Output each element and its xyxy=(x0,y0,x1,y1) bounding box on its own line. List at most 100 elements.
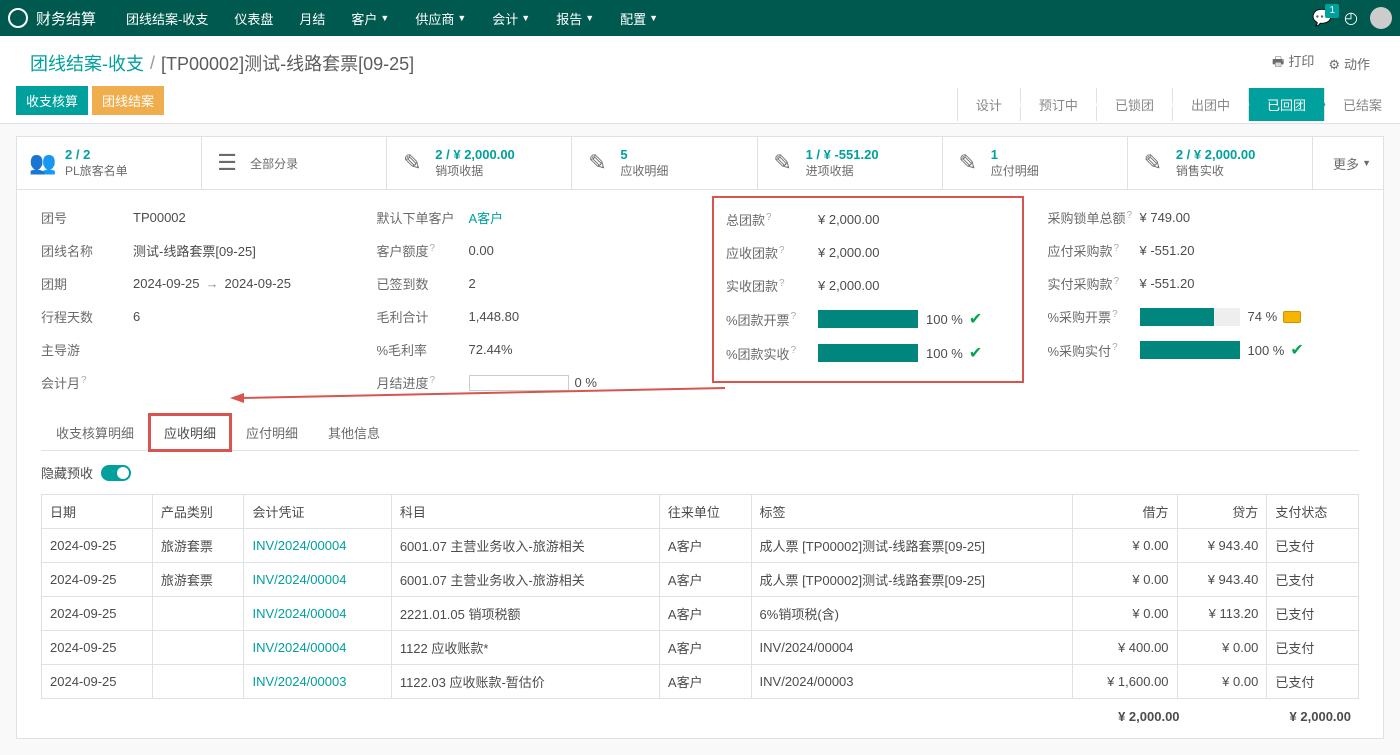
voucher-link[interactable]: INV/2024/00004 xyxy=(252,572,346,587)
col3-row-2: 实收团款?¥ 2,000.00 xyxy=(726,276,1010,295)
tab-0[interactable]: 收支核算明细 xyxy=(41,414,149,450)
col1-row-1: 团线名称测试-线路套票[09-25] xyxy=(41,241,353,260)
menu-item-4[interactable]: 供应商▼ xyxy=(403,0,478,36)
tab-2[interactable]: 应付明细 xyxy=(231,414,313,450)
col-header-8[interactable]: 支付状态 xyxy=(1267,495,1359,529)
edit-icon: ✎ xyxy=(1140,150,1166,176)
clock-icon[interactable]: ◴ xyxy=(1344,8,1358,28)
stat-3[interactable]: ✎5应收明细 xyxy=(572,137,757,189)
close-case-button[interactable]: 团线结案 xyxy=(92,86,164,115)
menu-item-2[interactable]: 月结 xyxy=(287,0,337,36)
table-row[interactable]: 2024-09-25旅游套票INV/2024/000046001.07 主营业务… xyxy=(42,563,1359,597)
col2-row-1: 客户额度?0.00 xyxy=(377,241,689,260)
stat-2[interactable]: ✎2 / ¥ 2,000.00销项收据 xyxy=(387,137,572,189)
voucher-link[interactable]: INV/2024/00003 xyxy=(252,674,346,689)
form-col-2: 默认下单客户A客户客户额度?0.00已签到数2毛利合计1,448.80%毛利率7… xyxy=(377,208,689,406)
menu-item-7[interactable]: 配置▼ xyxy=(608,0,670,36)
stage-5[interactable]: 已结案 xyxy=(1324,88,1400,121)
receivables-table-wrap: 日期产品类别会计凭证科目往来单位标签借方贷方支付状态 2024-09-25旅游套… xyxy=(16,494,1384,739)
stat-more[interactable]: 更多▼ xyxy=(1313,137,1383,189)
recalc-button[interactable]: 收支核算 xyxy=(16,86,88,115)
col-header-7[interactable]: 贷方 xyxy=(1177,495,1267,529)
menu-item-5[interactable]: 会计▼ xyxy=(480,0,542,36)
stat-0[interactable]: 👥2 / 2PL旅客名单 xyxy=(17,137,202,189)
menu-item-3[interactable]: 客户▼ xyxy=(339,0,401,36)
form-col-3: 总团款?¥ 2,000.00应收团款?¥ 2,000.00实收团款?¥ 2,00… xyxy=(712,208,1024,406)
progress-bar xyxy=(1140,308,1240,326)
table-row[interactable]: 2024-09-25旅游套票INV/2024/000046001.07 主营业务… xyxy=(42,529,1359,563)
hide-prepay-toggle[interactable] xyxy=(101,465,131,481)
col-header-6[interactable]: 借方 xyxy=(1073,495,1177,529)
menu-item-6[interactable]: 报告▼ xyxy=(544,0,606,36)
voucher-link[interactable]: INV/2024/00004 xyxy=(252,640,346,655)
menu-item-0[interactable]: 团线结案-收支 xyxy=(114,0,220,36)
col2-row-3: 毛利合计1,448.80 xyxy=(377,307,689,326)
table-row[interactable]: 2024-09-25INV/2024/000042221.01.05 销项税额A… xyxy=(42,597,1359,631)
form-col-1: 团号TP00002 团线名称测试-线路套票[09-25] 团期2024-09-25→… xyxy=(41,208,353,406)
col-header-1[interactable]: 产品类别 xyxy=(152,495,244,529)
col3-row-3: %团款开票?100 %✔ xyxy=(726,309,1010,329)
col-header-0[interactable]: 日期 xyxy=(42,495,153,529)
breadcrumb-root[interactable]: 团线结案-收支 xyxy=(30,50,144,76)
menu-item-1[interactable]: 仪表盘 xyxy=(222,0,285,36)
col1-row-3: 行程天数6 xyxy=(41,307,353,326)
table-row[interactable]: 2024-09-25INV/2024/000041122 应收账款*A客户INV… xyxy=(42,631,1359,665)
caret-down-icon: ▼ xyxy=(380,13,389,23)
highlight-box: 总团款?¥ 2,000.00应收团款?¥ 2,000.00实收团款?¥ 2,00… xyxy=(712,196,1024,383)
receivables-table: 日期产品类别会计凭证科目往来单位标签借方贷方支付状态 2024-09-25旅游套… xyxy=(41,494,1359,699)
messages-icon[interactable]: 💬1 xyxy=(1312,8,1332,28)
caret-down-icon: ▼ xyxy=(649,13,658,23)
stat-1[interactable]: ☰全部分录 xyxy=(202,137,387,189)
col2-row-4: %毛利率72.44% xyxy=(377,340,689,359)
print-icon: 🖶 xyxy=(1272,54,1284,69)
check-icon: ✔ xyxy=(969,309,982,329)
progress-bar xyxy=(818,310,918,328)
stage-4[interactable]: 已回团 xyxy=(1248,88,1324,121)
col-header-3[interactable]: 科目 xyxy=(391,495,659,529)
voucher-link[interactable]: INV/2024/00004 xyxy=(252,606,346,621)
stat-5[interactable]: ✎1应付明细 xyxy=(943,137,1128,189)
caret-down-icon: ▼ xyxy=(521,13,530,23)
progress-bar xyxy=(818,344,918,362)
col-header-2[interactable]: 会计凭证 xyxy=(244,495,391,529)
col2-row-5: 月结进度?0 % xyxy=(377,373,689,392)
page-header: 团线结案-收支 / [TP00002]测试-线路套票[09-25] 🖶打印 ⚙动… xyxy=(0,36,1400,86)
col2-row-0: 默认下单客户A客户 xyxy=(377,208,689,227)
breadcrumb-sep: / xyxy=(150,53,155,74)
total-debit: ¥ 2,000.00 xyxy=(1118,709,1179,724)
col1-row-5: 会计月? xyxy=(41,373,353,392)
col-header-5[interactable]: 标签 xyxy=(751,495,1073,529)
actions-button[interactable]: ⚙动作 xyxy=(1328,54,1370,73)
col1-row-0: 团号TP00002 xyxy=(41,208,353,227)
list-icon: ☰ xyxy=(214,150,240,176)
top-menu: 团线结案-收支 仪表盘 月结 客户▼ 供应商▼ 会计▼ 报告▼ 配置▼ xyxy=(114,0,1312,36)
stage-2[interactable]: 已锁团 xyxy=(1096,88,1172,121)
col4-row-2: 实付采购款?¥ -551.20 xyxy=(1048,274,1360,293)
voucher-link[interactable]: INV/2024/00004 xyxy=(252,538,346,553)
stat-buttons: 👥2 / 2PL旅客名单☰全部分录✎2 / ¥ 2,000.00销项收据✎5应收… xyxy=(16,136,1384,190)
stage-3[interactable]: 出团中 xyxy=(1172,88,1248,121)
col1-row-2: 团期2024-09-25→2024-09-25 xyxy=(41,274,353,293)
stat-6[interactable]: ✎2 / ¥ 2,000.00销售实收 xyxy=(1128,137,1313,189)
check-icon: ✔ xyxy=(969,343,982,363)
stage-1[interactable]: 预订中 xyxy=(1020,88,1096,121)
toggle-row: 隐藏预收 xyxy=(16,451,1384,494)
stat-4[interactable]: ✎1 / ¥ -551.20进项收据 xyxy=(758,137,943,189)
form-col-4: 采购锁单总额?¥ 749.00应付采购款?¥ -551.20实付采购款?¥ -5… xyxy=(1048,208,1360,406)
table-row[interactable]: 2024-09-25INV/2024/000031122.03 应收账款-暂估价… xyxy=(42,665,1359,699)
tab-3[interactable]: 其他信息 xyxy=(313,414,395,450)
caret-down-icon: ▼ xyxy=(457,13,466,23)
col4-row-1: 应付采购款?¥ -551.20 xyxy=(1048,241,1360,260)
stage-0[interactable]: 设计 xyxy=(957,88,1020,121)
top-navbar: 财务结算 团线结案-收支 仪表盘 月结 客户▼ 供应商▼ 会计▼ 报告▼ 配置▼… xyxy=(0,0,1400,36)
app-logo-icon xyxy=(8,8,28,28)
user-avatar[interactable] xyxy=(1370,7,1392,29)
print-button[interactable]: 🖶打印 xyxy=(1272,51,1314,75)
people-icon: 👥 xyxy=(29,150,55,176)
form-area: 团号TP00002 团线名称测试-线路套票[09-25] 团期2024-09-25→… xyxy=(16,190,1384,414)
tab-1[interactable]: 应收明细 xyxy=(149,414,231,451)
col-header-4[interactable]: 往来单位 xyxy=(659,495,751,529)
edit-icon: ✎ xyxy=(955,150,981,176)
col3-row-4: %团款实收?100 %✔ xyxy=(726,343,1010,363)
col1-row-4: 主导游 xyxy=(41,340,353,359)
